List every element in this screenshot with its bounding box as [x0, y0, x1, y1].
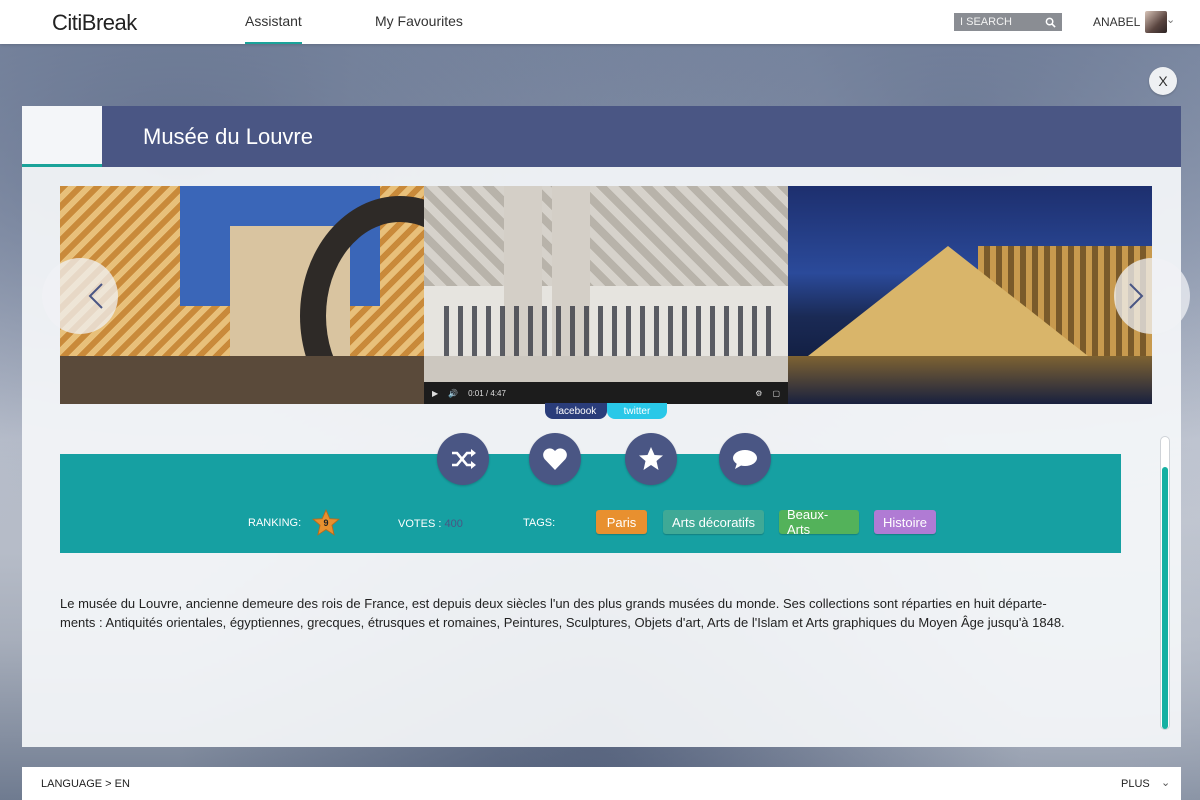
play-icon[interactable]: ▶ [432, 389, 438, 398]
search-box[interactable] [954, 13, 1062, 31]
description-line: ments : Antiquités orientales, égyptienn… [60, 615, 1065, 630]
panel-header: Musée du Louvre [22, 106, 1181, 167]
header-tab[interactable] [22, 106, 102, 167]
place-description: Le musée du Louvre, ancienne demeure des… [60, 594, 1130, 632]
tag-paris[interactable]: Paris [596, 510, 647, 534]
facebook-button[interactable]: facebook [545, 403, 607, 419]
scrollbar-thumb[interactable] [1162, 467, 1168, 729]
footer-bar: LANGUAGE > EN PLUS ⌄ [22, 767, 1181, 800]
chevron-down-icon[interactable]: ⌄ [1161, 776, 1170, 789]
video-ceiling [424, 186, 788, 286]
video-time: 0:01 / 4:47 [468, 388, 506, 398]
page-title: Musée du Louvre [143, 124, 313, 149]
votes-value: 400 [444, 518, 463, 530]
description-line: Le musée du Louvre, ancienne demeure des… [60, 596, 1047, 611]
tag-beaux-arts[interactable]: Beaux-Arts [779, 507, 859, 537]
star-icon [639, 447, 663, 470]
votes: VOTES : 400 [398, 518, 463, 530]
video-crowd [444, 306, 774, 356]
ranking-value: 9 [323, 518, 329, 528]
tag-arts-decoratifs[interactable]: Arts décoratifs [663, 510, 764, 534]
shuffle-icon [452, 449, 476, 469]
tab-my-favourites[interactable]: My Favourites [375, 13, 463, 44]
gallery-prev-button[interactable] [42, 258, 118, 334]
user-name[interactable]: ANABEL [1093, 15, 1140, 29]
shuffle-button[interactable] [437, 433, 489, 485]
tags-label: TAGS: [523, 517, 556, 529]
close-button[interactable]: X [1149, 67, 1177, 95]
top-bar: CitiBreak Assistant My Favourites ANABEL… [0, 0, 1200, 44]
language-selector[interactable]: LANGUAGE > EN [41, 778, 130, 790]
gallery-photo-pyramid[interactable] [788, 186, 1152, 404]
photo-pyramid [808, 246, 1088, 356]
heart-icon [543, 448, 567, 470]
more-button[interactable]: PLUS [1121, 778, 1150, 790]
tab-assistant[interactable]: Assistant [245, 13, 302, 44]
chevron-left-icon [88, 283, 103, 309]
photo-reflection [788, 356, 1152, 404]
volume-icon[interactable]: 🔊 [448, 389, 458, 398]
scrollbar[interactable] [1160, 436, 1170, 730]
comment-button[interactable] [719, 433, 771, 485]
fullscreen-icon[interactable]: ▢ [772, 389, 780, 398]
app-logo[interactable]: CitiBreak [52, 10, 137, 36]
search-icon[interactable] [1045, 17, 1056, 28]
favourite-button[interactable] [529, 433, 581, 485]
tag-histoire[interactable]: Histoire [874, 510, 936, 534]
ranking-label: RANKING: [248, 517, 302, 529]
comment-icon [733, 450, 757, 469]
photo-floor [60, 356, 424, 404]
settings-icon[interactable]: ⚙ [755, 389, 762, 398]
gallery-next-button[interactable] [1114, 258, 1190, 334]
gallery-video[interactable]: ▶ 🔊 0:01 / 4:47 ⚙ ▢ [424, 186, 788, 404]
votes-label: VOTES : [398, 518, 442, 530]
video-controls: ▶ 🔊 0:01 / 4:47 ⚙ ▢ [424, 382, 788, 404]
chevron-down-icon[interactable]: ⌄ [1166, 13, 1175, 26]
chevron-right-icon [1129, 283, 1144, 309]
search-input[interactable] [960, 16, 1040, 28]
info-band [60, 454, 1121, 553]
twitter-button[interactable]: twitter [607, 403, 667, 419]
avatar[interactable] [1145, 11, 1167, 33]
detail-panel: Musée du Louvre ▶ 🔊 0:01 / 4:47 ⚙ ▢ face… [22, 106, 1190, 747]
photo-gallery: ▶ 🔊 0:01 / 4:47 ⚙ ▢ [60, 186, 1152, 404]
rate-button[interactable] [625, 433, 677, 485]
